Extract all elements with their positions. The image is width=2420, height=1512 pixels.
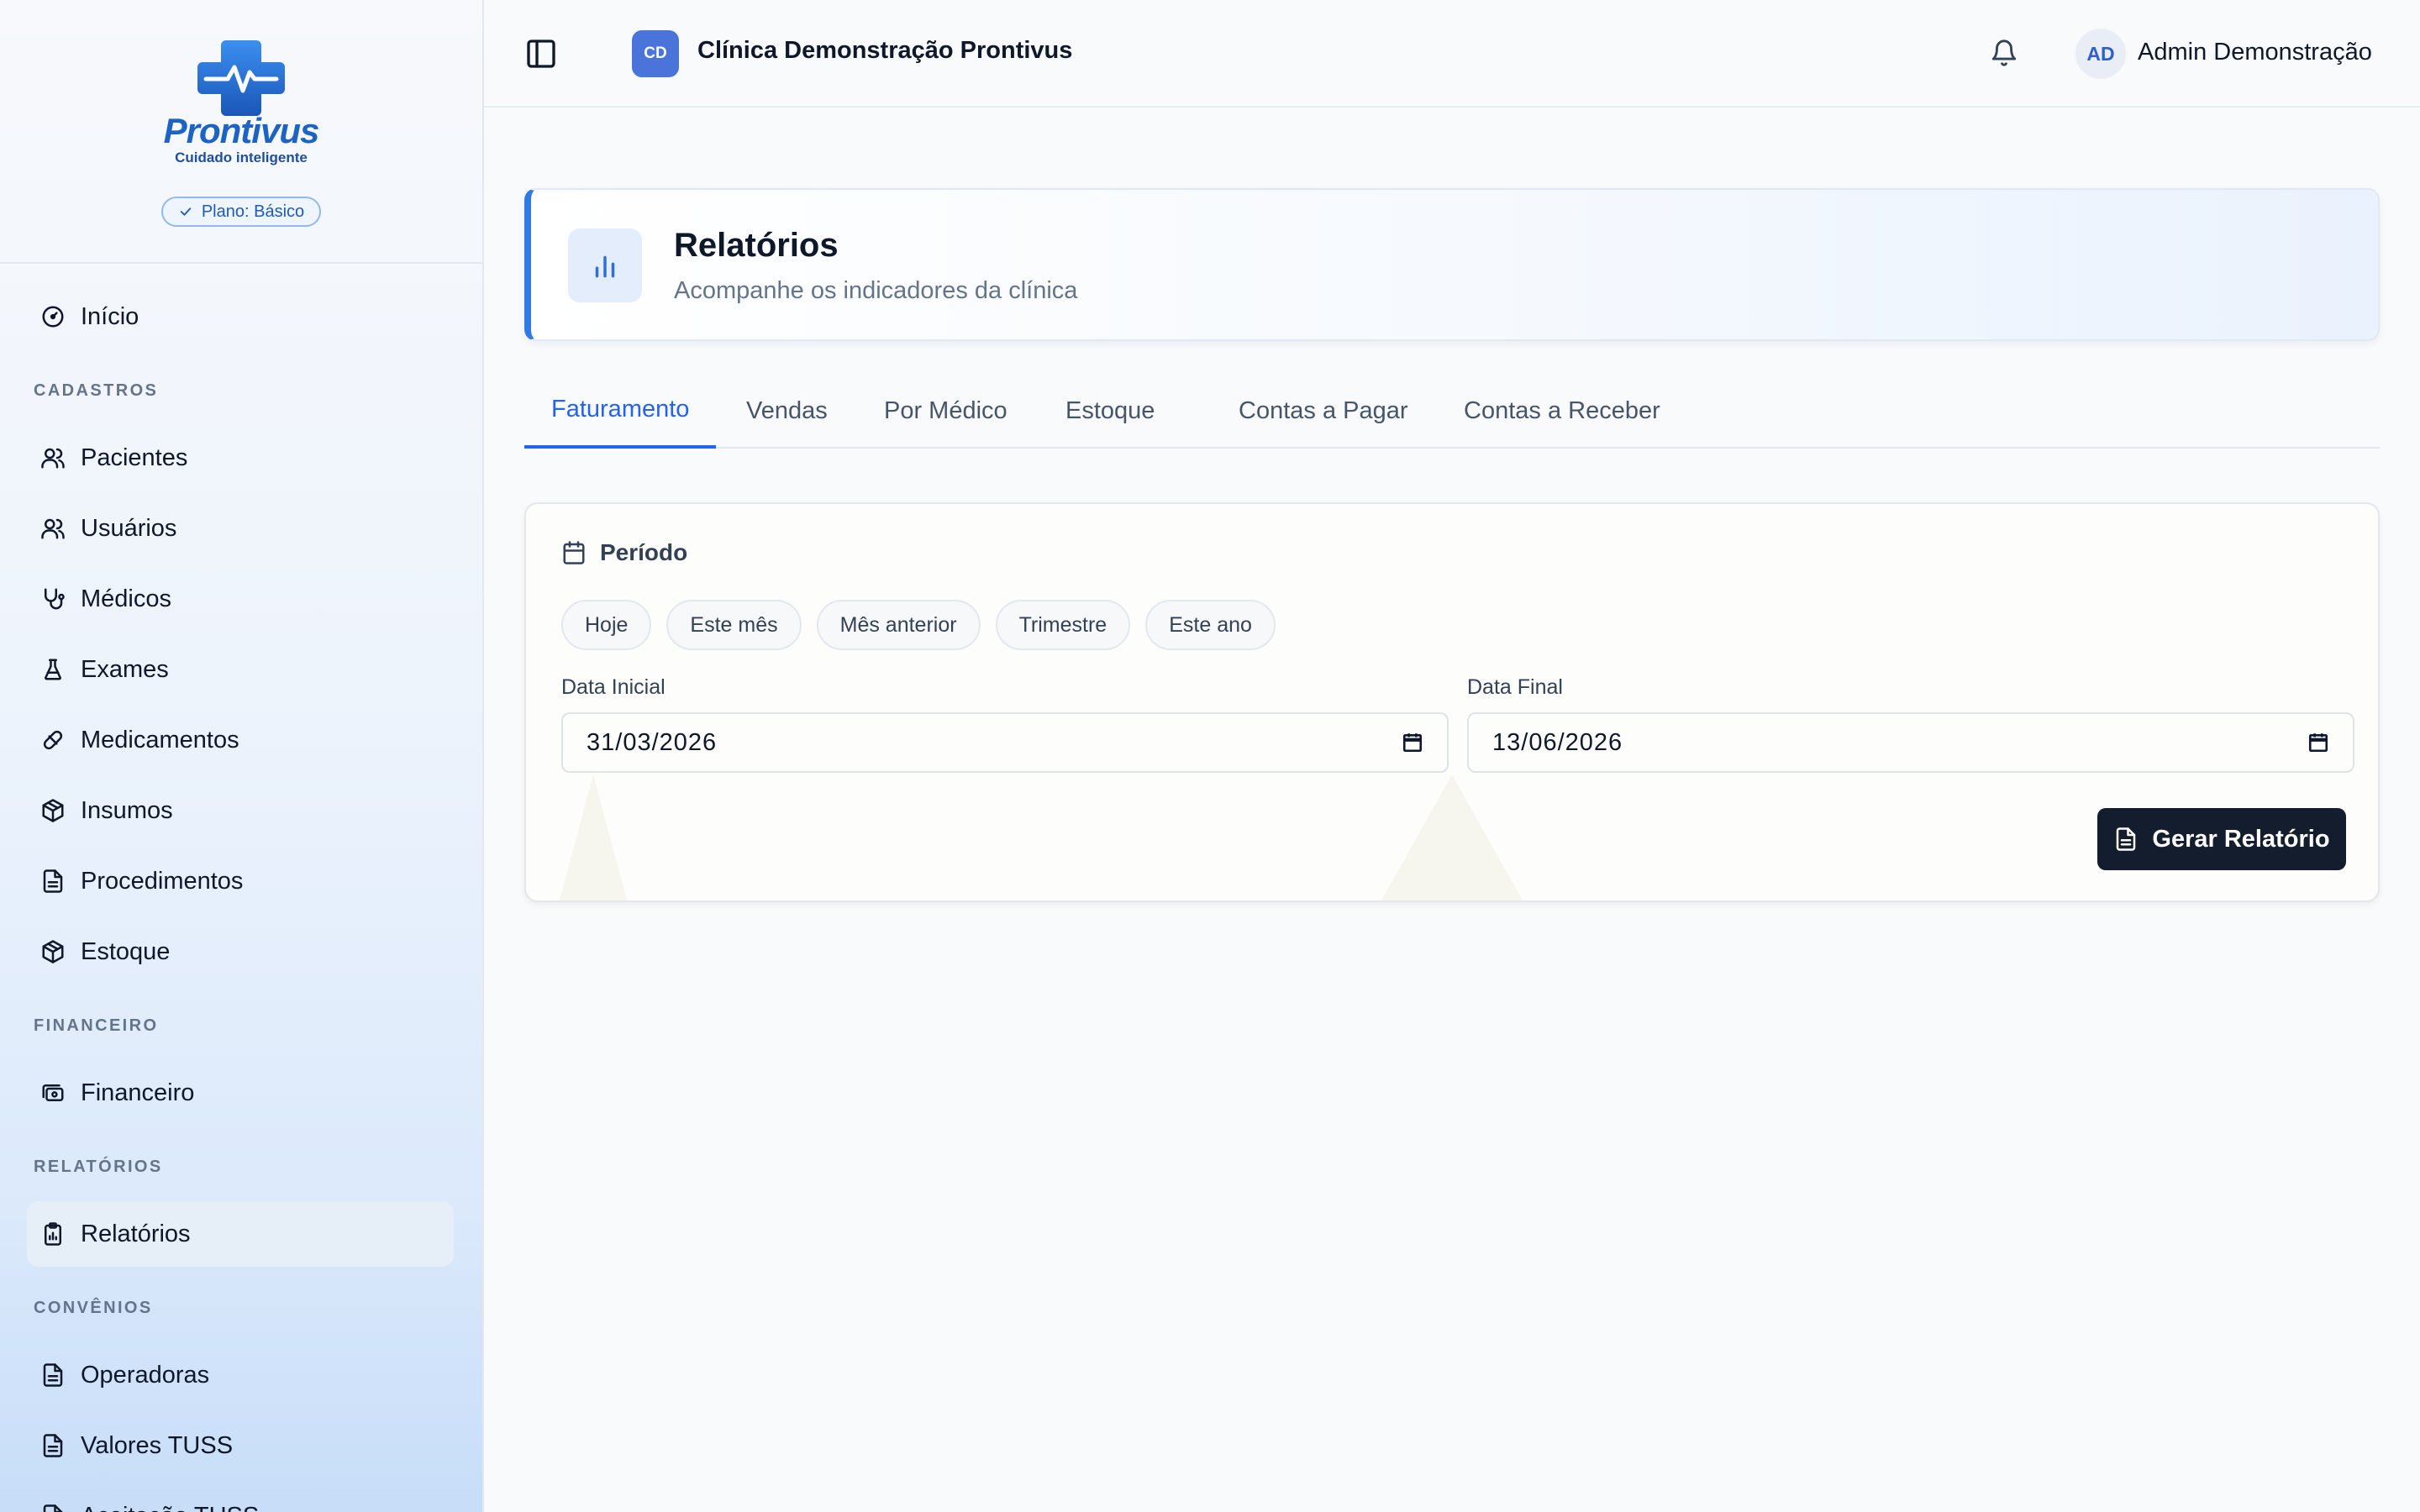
sidebar-item-insumos[interactable]: Insumos — [27, 778, 454, 843]
sidebar-item-label: Início — [81, 302, 139, 330]
banknote-icon — [42, 1084, 64, 1101]
file-text-icon — [43, 1363, 63, 1387]
medical-cross-icon — [197, 40, 285, 116]
sidebar-item-usuarios[interactable]: Usuários — [27, 496, 454, 561]
clipboard-chart-icon — [45, 1222, 61, 1246]
period-title: Período — [600, 539, 688, 565]
gauge-icon — [42, 306, 64, 328]
sidebar-section-financeiro: FINANCEIRO — [34, 1016, 159, 1035]
tab-contas-a-receber[interactable]: Contas a Receber — [1437, 373, 1687, 449]
page-header-card: Relatórios Acompanhe os indicadores da c… — [524, 188, 2380, 341]
calendar-picker-icon[interactable] — [2307, 732, 2329, 753]
sidebar-item-label: Medicamentos — [81, 726, 239, 753]
page-title: Relatórios — [674, 227, 839, 264]
sidebar-item-label: Pacientes — [81, 444, 188, 471]
period-card: Período Hoje Este mês Mês anterior Trime… — [524, 502, 2380, 902]
sidebar-item-exames[interactable]: Exames — [27, 637, 454, 702]
period-header: Período — [561, 539, 687, 566]
file-text-icon — [43, 1504, 63, 1512]
generate-report-label: Gerar Relatório — [2152, 825, 2330, 853]
sidebar-item-inicio[interactable]: Início — [27, 284, 454, 349]
user-name[interactable]: Admin Demonstração — [2138, 39, 2372, 66]
sidebar-item-label: Operadoras — [81, 1361, 210, 1389]
pill-icon — [43, 730, 63, 750]
package-icon — [42, 799, 64, 822]
start-date-input[interactable]: 31/03/2026 — [561, 712, 1449, 773]
clinic-name[interactable]: Clínica Demonstração Prontivus — [697, 37, 1072, 65]
bar-chart-icon — [595, 255, 615, 278]
clinic-avatar[interactable]: CD — [632, 30, 679, 77]
sidebar-item-pacientes[interactable]: Pacientes — [27, 425, 454, 491]
check-icon — [180, 207, 192, 216]
tab-faturamento[interactable]: Faturamento — [524, 373, 717, 449]
plan-badge-label: Plano: Básico — [201, 202, 305, 221]
sidebar-item-label: Usuários — [81, 514, 177, 542]
tab-contas-a-pagar[interactable]: Contas a Pagar — [1212, 373, 1435, 449]
sidebar-item-label: Financeiro — [81, 1079, 195, 1106]
end-date-input[interactable]: 13/06/2026 — [1467, 712, 2354, 773]
sidebar-item-financeiro[interactable]: Financeiro — [27, 1060, 454, 1126]
start-date-label: Data Inicial — [561, 675, 666, 699]
decorative-shape — [1381, 774, 1523, 900]
sidebar-brand: Prontivus Cuidado inteligente Plano: Bás… — [0, 0, 482, 264]
period-presets: Hoje Este mês Mês anterior Trimestre Est… — [561, 600, 1276, 650]
users-icon — [41, 518, 65, 539]
flask-icon — [45, 659, 61, 680]
sidebar-item-label: Procedimentos — [81, 867, 244, 895]
sidebar-item-label: Médicos — [81, 585, 171, 612]
sidebar-section-relatorios: RELATÓRIOS — [34, 1158, 163, 1176]
preset-hoje[interactable]: Hoje — [561, 600, 652, 650]
sidebar: Prontivus Cuidado inteligente Plano: Bás… — [0, 0, 484, 1512]
sidebar-item-label: Aceitação TUSS — [81, 1503, 259, 1512]
sidebar-item-operadoras[interactable]: Operadoras — [27, 1342, 454, 1408]
file-text-icon — [43, 869, 63, 893]
package-icon — [42, 940, 64, 963]
prontivus-logo[interactable]: Prontivus Cuidado inteligente — [164, 37, 319, 166]
sidebar-section-cadastros: CADASTROS — [34, 381, 159, 400]
decorative-shape — [560, 774, 627, 900]
sidebar-toggle-icon[interactable] — [524, 37, 558, 71]
preset-este-ano[interactable]: Este ano — [1145, 600, 1276, 650]
tab-estoque[interactable]: Estoque — [1039, 373, 1181, 449]
end-date-label: Data Final — [1467, 675, 1563, 699]
sidebar-item-valores-tuss[interactable]: Valores TUSS — [27, 1413, 454, 1478]
page-subtitle: Acompanhe os indicadores da clínica — [674, 277, 1078, 304]
sidebar-section-convenios: CONVÊNIOS — [34, 1299, 153, 1317]
start-date-value: 31/03/2026 — [587, 728, 718, 756]
sidebar-item-estoque[interactable]: Estoque — [27, 919, 454, 984]
logo-wordmark: Prontivus — [163, 111, 320, 150]
file-text-icon — [2117, 827, 2136, 851]
sidebar-item-medicos[interactable]: Médicos — [27, 566, 454, 632]
sidebar-item-label: Estoque — [81, 937, 171, 965]
sidebar-item-aceitacao-tuss[interactable]: Aceitação TUSS — [27, 1483, 454, 1512]
end-date-value: 13/06/2026 — [1492, 728, 1623, 756]
plan-badge: Plano: Básico — [160, 197, 322, 227]
sidebar-item-procedimentos[interactable]: Procedimentos — [27, 848, 454, 914]
sidebar-item-label: Insumos — [81, 796, 173, 824]
header-icon-box — [568, 228, 642, 302]
tab-por-medico[interactable]: Por Médico — [857, 373, 1034, 449]
sidebar-item-label: Exames — [81, 655, 169, 683]
preset-trimestre[interactable]: Trimestre — [995, 600, 1131, 650]
calendar-picker-icon[interactable] — [1402, 732, 1423, 753]
user-avatar[interactable]: AD — [2075, 29, 2126, 79]
preset-este-mes[interactable]: Este mês — [666, 600, 802, 650]
sidebar-item-label: Valores TUSS — [81, 1431, 234, 1459]
stethoscope-icon — [45, 588, 65, 610]
logo-tagline: Cuidado inteligente — [175, 150, 308, 165]
tab-vendas[interactable]: Vendas — [719, 373, 855, 449]
users-icon — [41, 448, 65, 469]
preset-mes-anterior[interactable]: Mês anterior — [816, 600, 981, 650]
top-bar: CD Clínica Demonstração Prontivus AD Adm… — [484, 0, 2420, 108]
generate-report-button[interactable]: Gerar Relatório — [2097, 808, 2346, 870]
sidebar-item-label: Relatórios — [81, 1220, 191, 1247]
file-text-icon — [43, 1434, 63, 1457]
sidebar-item-relatorios[interactable]: Relatórios — [27, 1201, 454, 1267]
bell-icon[interactable] — [1990, 39, 2018, 67]
sidebar-item-medicamentos[interactable]: Medicamentos — [27, 707, 454, 773]
report-tabs: Faturamento Vendas Por Médico Estoque Co… — [524, 373, 2380, 449]
calendar-icon — [563, 541, 585, 564]
